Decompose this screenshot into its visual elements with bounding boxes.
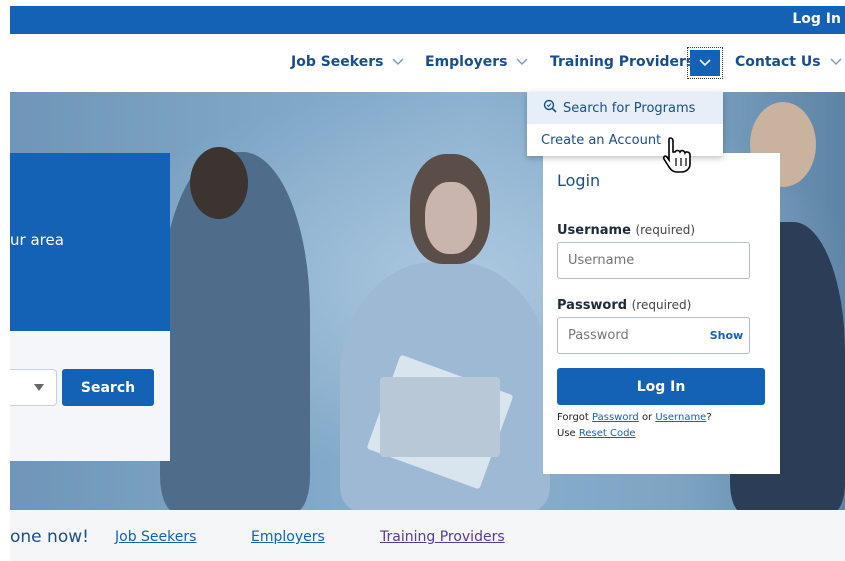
bottom-link-training-providers[interactable]: Training Providers bbox=[380, 529, 505, 545]
nav-training-providers-label: Training Providers bbox=[550, 54, 695, 70]
nav-training-providers[interactable]: Training Providers bbox=[550, 54, 694, 70]
login-title: Login bbox=[557, 171, 601, 190]
search-panel-header: ur area bbox=[10, 153, 170, 331]
caret-down-icon bbox=[34, 384, 44, 391]
nav-contact-us[interactable]: Contact Us bbox=[735, 54, 843, 70]
chevron-down-icon[interactable] bbox=[515, 55, 529, 69]
hero-person-left-head bbox=[190, 147, 248, 219]
nav-job-seekers[interactable]: Job Seekers bbox=[291, 54, 405, 70]
password-required-note: (required) bbox=[631, 298, 692, 312]
use-prefix: Use bbox=[557, 428, 576, 439]
password-label-text: Password bbox=[557, 298, 628, 313]
username-required-note: (required) bbox=[635, 223, 696, 237]
show-password-button[interactable]: Show bbox=[704, 317, 750, 354]
hero-person-center-face bbox=[425, 182, 477, 254]
bottom-link-employers[interactable]: Employers bbox=[251, 529, 325, 545]
nav-contact-us-label: Contact Us bbox=[735, 54, 821, 70]
bottom-links-strip: one now! Job Seekers Employers Training … bbox=[10, 510, 845, 561]
menu-item-create-account-label: Create an Account bbox=[541, 132, 662, 148]
forgot-or: or bbox=[641, 412, 653, 423]
chevron-down-icon bbox=[699, 59, 711, 67]
chevron-down-icon[interactable] bbox=[391, 55, 405, 69]
password-label: Password (required) bbox=[557, 298, 691, 313]
reset-code-link[interactable]: Reset Code bbox=[579, 428, 636, 439]
password-input[interactable] bbox=[557, 317, 705, 354]
login-panel: Login Username (required) Password (requ… bbox=[543, 153, 780, 474]
forgot-username-link[interactable]: Username bbox=[655, 412, 706, 423]
training-providers-dropdown-toggle[interactable] bbox=[687, 47, 723, 79]
username-input[interactable] bbox=[557, 242, 750, 279]
bottom-cta-text: one now! bbox=[10, 527, 89, 547]
nav-employers-label: Employers bbox=[425, 54, 508, 70]
area-select[interactable] bbox=[10, 369, 57, 406]
chevron-down-icon[interactable] bbox=[829, 55, 843, 69]
program-search-panel: ur area Search bbox=[10, 153, 170, 461]
nav-employers[interactable]: Employers bbox=[425, 54, 529, 70]
menu-item-search-programs[interactable]: Search for Programs bbox=[527, 92, 723, 124]
forgot-password-link[interactable]: Password bbox=[592, 412, 639, 423]
forgot-suffix: ? bbox=[706, 412, 712, 423]
search-button[interactable]: Search bbox=[62, 369, 154, 406]
username-label: Username (required) bbox=[557, 223, 695, 238]
hero-clipboard bbox=[380, 377, 500, 457]
login-submit-button[interactable]: Log In bbox=[557, 368, 765, 405]
username-label-text: Username bbox=[557, 223, 631, 238]
menu-item-search-programs-label: Search for Programs bbox=[563, 100, 696, 116]
top-utility-bar: Log In bbox=[10, 6, 845, 34]
search-panel-tagline: ur area bbox=[10, 231, 64, 249]
forgot-prefix: Forgot bbox=[557, 412, 589, 423]
nav-job-seekers-label: Job Seekers bbox=[291, 54, 384, 70]
search-icon bbox=[543, 99, 557, 117]
forgot-credentials-text: Forgot Password or Username? Use Reset C… bbox=[557, 410, 712, 442]
hand-pointer-cursor-icon bbox=[660, 136, 694, 178]
main-navigation: Job Seekers Employers Training Providers… bbox=[10, 34, 845, 92]
bottom-link-job-seekers[interactable]: Job Seekers bbox=[115, 529, 196, 545]
top-login-link[interactable]: Log In bbox=[792, 11, 841, 27]
